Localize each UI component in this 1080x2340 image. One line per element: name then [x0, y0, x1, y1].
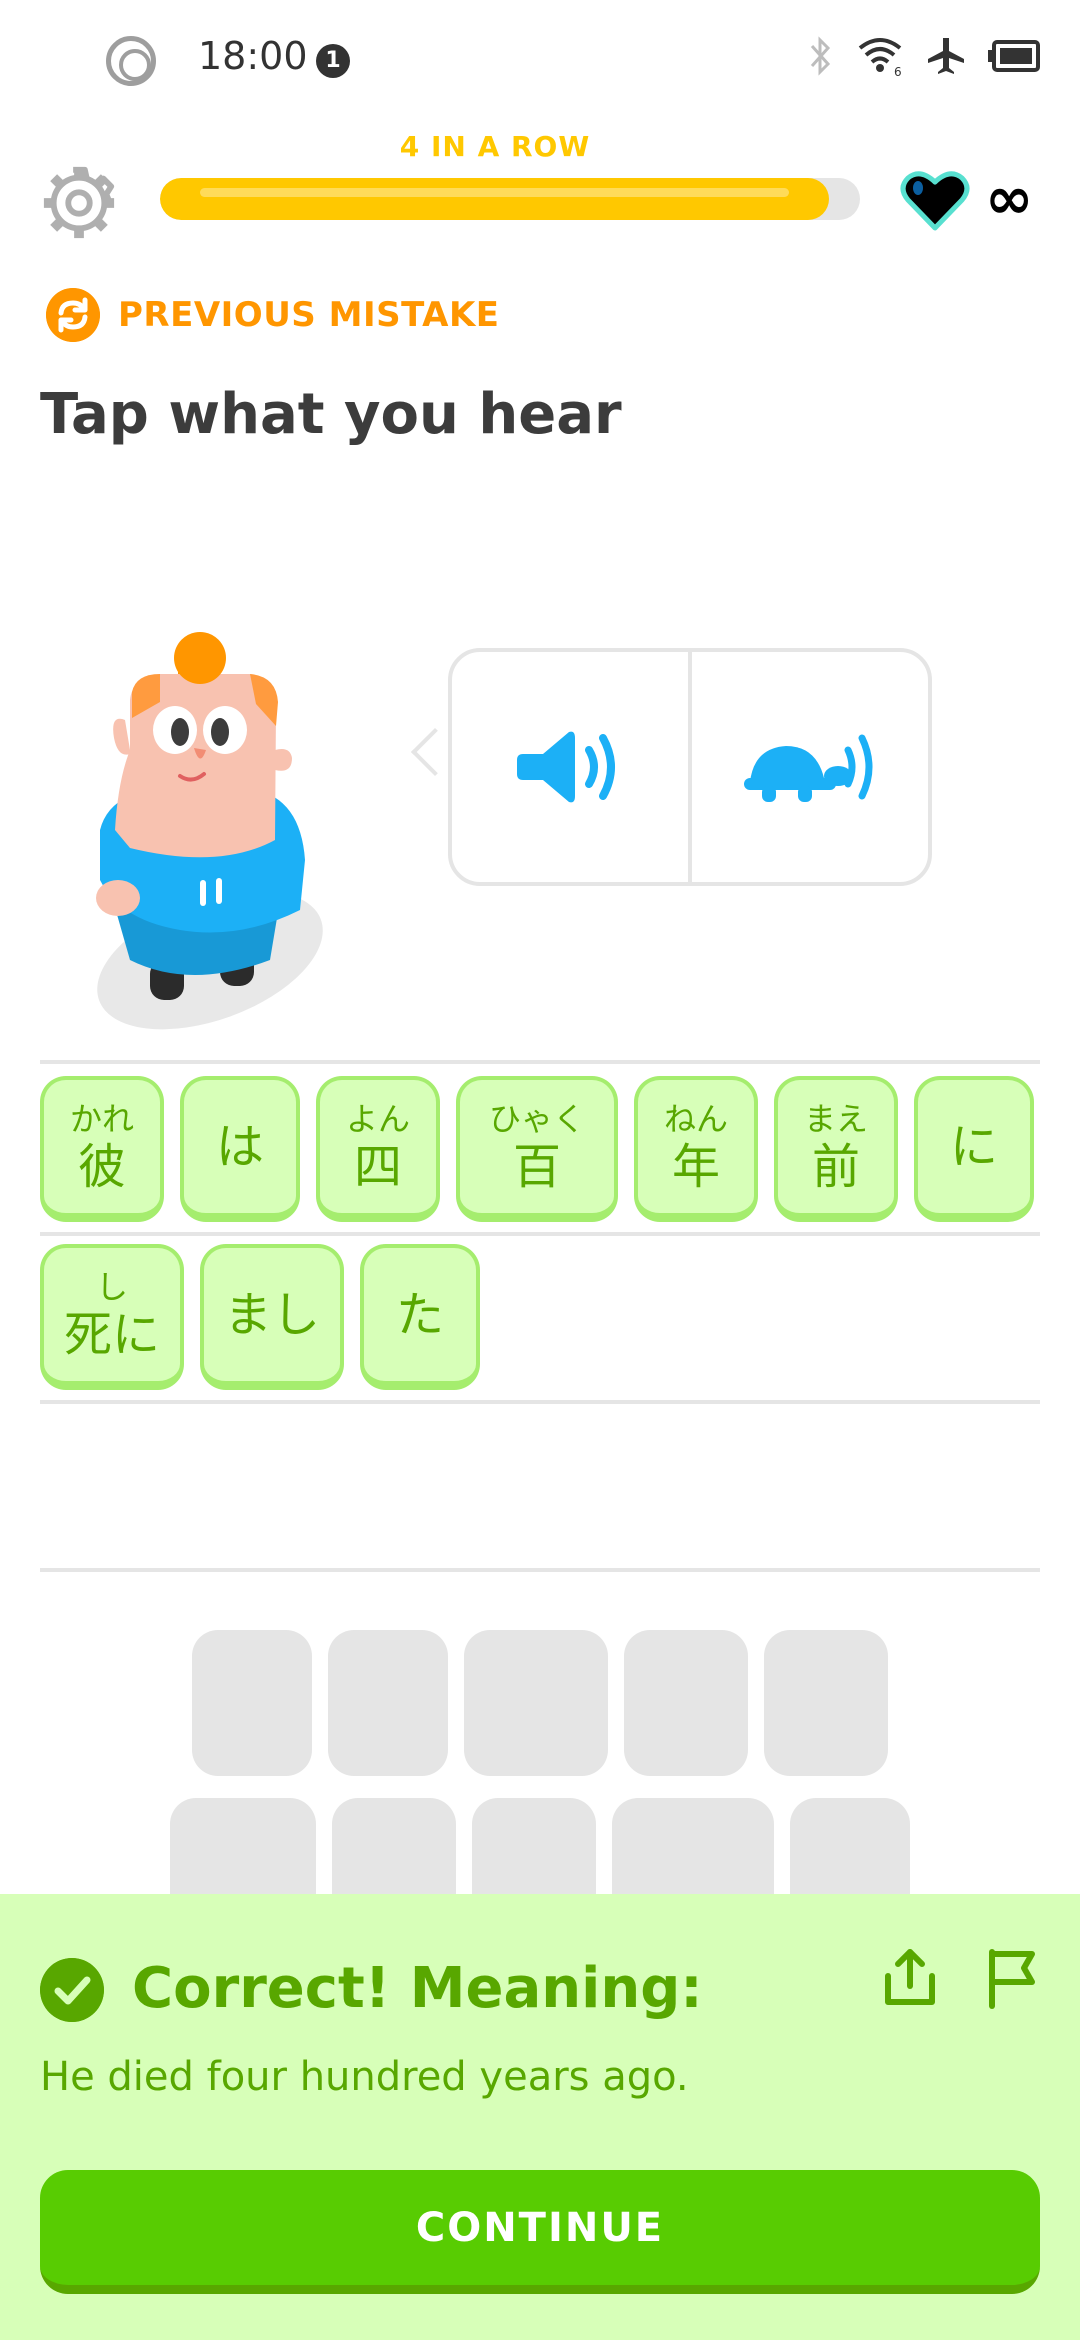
continue-button[interactable]: CONTINUE — [40, 2170, 1040, 2294]
heart-icon — [900, 171, 970, 231]
turtle-speaker-icon — [744, 734, 873, 802]
tile-text: た — [395, 1286, 444, 1343]
tile-text: まし — [223, 1286, 320, 1343]
tile-text: は — [215, 1118, 264, 1175]
status-bar: 18:00 1 6 — [0, 0, 1080, 120]
streak-label: 4 IN A ROW — [399, 130, 591, 163]
answer-line — [40, 1400, 1040, 1404]
answer-tile[interactable]: まし — [200, 1244, 344, 1390]
speaker-icon — [517, 731, 615, 803]
previous-mistake-label: PREVIOUS MISTAKE — [118, 295, 500, 335]
play-slow-audio-button[interactable] — [692, 652, 928, 882]
svg-text:6: 6 — [894, 65, 902, 76]
airplane-icon — [928, 38, 964, 74]
empty-word-slot — [328, 1630, 448, 1776]
tile-reading: よん — [345, 1099, 410, 1138]
infinite-lives: ∞ — [985, 164, 1034, 232]
tile-text: 前 — [811, 1138, 860, 1195]
tile-reading: し — [95, 1267, 128, 1306]
answer-line — [40, 1568, 1040, 1572]
answer-tile[interactable]: た — [360, 1244, 480, 1390]
tile-reading: まえ — [803, 1099, 868, 1138]
play-audio-button[interactable] — [452, 652, 688, 882]
tile-text: 百 — [512, 1138, 561, 1195]
check-icon — [40, 1958, 104, 2022]
tile-text: 四 — [353, 1138, 402, 1195]
record-icon — [106, 36, 156, 86]
previous-mistake: PREVIOUS MISTAKE — [46, 288, 500, 342]
tile-text: に — [949, 1118, 998, 1175]
audio-bubble — [448, 648, 932, 886]
answer-tile[interactable]: は — [180, 1076, 300, 1222]
answer-tile[interactable]: に — [914, 1076, 1034, 1222]
progress-shine — [200, 188, 789, 197]
battery-icon — [988, 40, 1040, 72]
answer-line — [40, 1232, 1040, 1236]
tile-text: 死に — [63, 1306, 160, 1363]
feedback-title: Correct! Meaning: — [132, 1956, 703, 2021]
status-icons: 6 — [808, 36, 1040, 76]
answer-tile[interactable]: かれ 彼 — [40, 1076, 164, 1222]
empty-word-slot — [192, 1630, 312, 1776]
empty-word-slot — [464, 1630, 608, 1776]
tile-reading: ひゃく — [488, 1099, 585, 1138]
exercise-prompt: Tap what you hear — [40, 382, 622, 447]
status-time: 18:00 — [198, 34, 308, 78]
bluetooth-icon — [810, 36, 831, 76]
tile-reading: かれ — [69, 1099, 134, 1138]
answer-tile[interactable]: ひゃく 百 — [456, 1076, 618, 1222]
character-illustration — [96, 632, 323, 1030]
answer-tile[interactable]: ねん 年 — [634, 1076, 758, 1222]
translation-text: He died four hundred years ago. — [40, 2054, 689, 2100]
empty-word-slot — [764, 1630, 888, 1776]
answer-line — [40, 1060, 1040, 1064]
answer-tile[interactable]: し 死に — [40, 1244, 184, 1390]
progress-fill — [160, 178, 829, 220]
answer-tile[interactable]: よん 四 — [316, 1076, 440, 1222]
answer-tile[interactable]: まえ 前 — [774, 1076, 898, 1222]
wifi-icon: 6 — [858, 38, 902, 76]
repeat-icon — [46, 288, 100, 342]
tile-text: 彼 — [77, 1138, 126, 1195]
tile-reading: ねん — [663, 1099, 728, 1138]
correct-feedback-panel: Correct! Meaning: He died four hundred y… — [0, 1894, 1080, 2340]
empty-word-slot — [624, 1630, 748, 1776]
notification-badge: 1 — [316, 44, 350, 78]
report-flag-icon[interactable] — [982, 1946, 1042, 2010]
lesson-progress-bar — [160, 178, 860, 220]
gear-icon[interactable] — [40, 164, 118, 242]
share-icon[interactable] — [880, 1946, 940, 2010]
tile-text: 年 — [671, 1138, 720, 1195]
